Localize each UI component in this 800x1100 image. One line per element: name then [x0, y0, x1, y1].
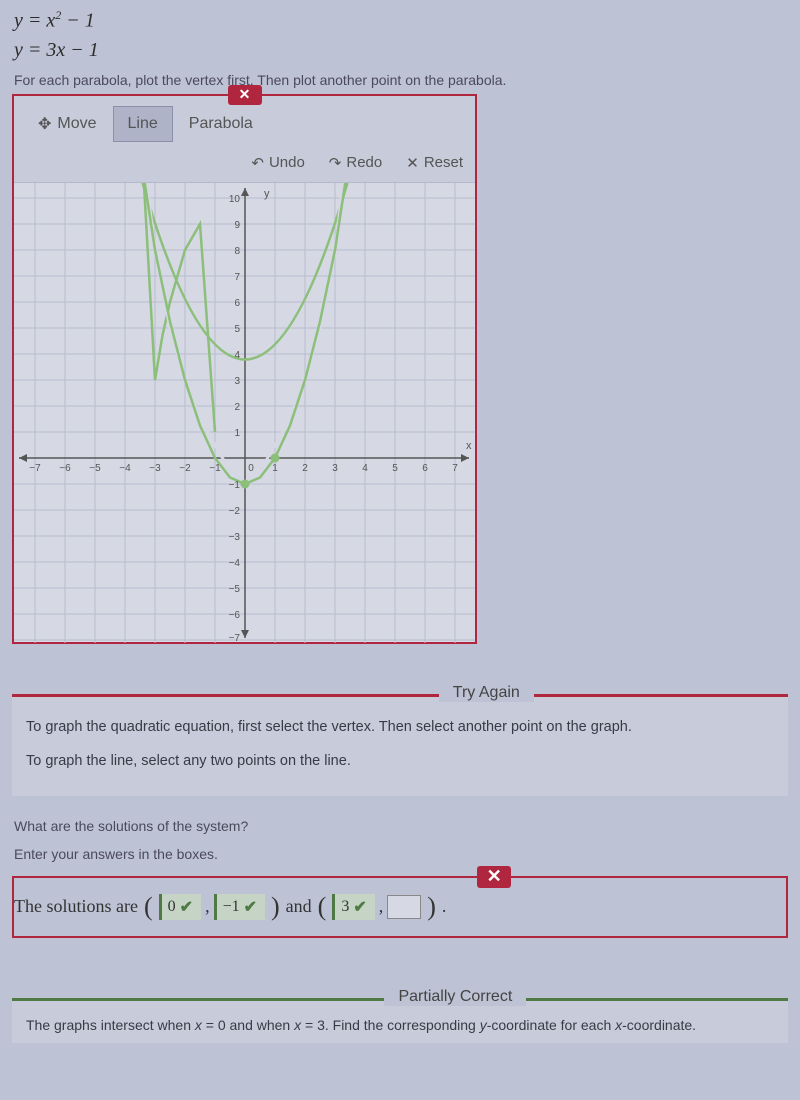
- answer-input-4[interactable]: [387, 895, 421, 919]
- svg-text:2: 2: [302, 463, 308, 474]
- redo-button[interactable]: ↷ Redo: [329, 154, 382, 172]
- svg-text:−7: −7: [229, 633, 241, 643]
- svg-text:2: 2: [234, 402, 240, 413]
- graph-widget: ✕ ✥ Move Line Parabola ↶ Undo ↷ Redo ✕ R…: [12, 94, 477, 644]
- reset-label: Reset: [424, 154, 463, 171]
- svg-text:−4: −4: [229, 558, 241, 569]
- coordinate-grid: −7 −6 −5 −4 −3 −2 −1 0 1 2 3 4 5 6 7 10 9 8 7 6 5 4 3 2…: [14, 183, 475, 643]
- svg-text:−3: −3: [229, 532, 241, 543]
- answer-input-2[interactable]: −1 ✔: [214, 894, 265, 920]
- question-2: Enter your answers in the boxes.: [0, 840, 800, 868]
- svg-text:3: 3: [234, 376, 240, 387]
- reset-button[interactable]: ✕ Reset: [406, 154, 463, 172]
- move-label: Move: [57, 115, 96, 133]
- answer-lead: The solutions are: [14, 896, 138, 917]
- svg-text:10: 10: [229, 194, 241, 205]
- redo-icon: ↷: [329, 154, 342, 172]
- check-icon: ✔: [353, 897, 366, 917]
- try-again-hint: To graph the quadratic equation, first s…: [12, 697, 788, 796]
- svg-text:−2: −2: [179, 463, 191, 474]
- svg-text:4: 4: [234, 350, 240, 361]
- svg-text:−5: −5: [89, 463, 101, 474]
- move-icon: ✥: [38, 114, 51, 134]
- svg-text:1: 1: [234, 428, 240, 439]
- svg-text:8: 8: [234, 246, 240, 257]
- parabola-tool[interactable]: Parabola: [175, 106, 267, 142]
- svg-text:7: 7: [234, 272, 240, 283]
- partially-correct-hint: The graphs intersect when x = 0 and when…: [12, 1001, 788, 1043]
- vertex-point[interactable]: [241, 479, 250, 488]
- undo-label: Undo: [269, 154, 305, 171]
- line-tool[interactable]: Line: [113, 106, 173, 142]
- svg-text:3: 3: [332, 463, 338, 474]
- answer-tail: .: [442, 896, 447, 917]
- equation-1: y = x2 − 1: [14, 8, 786, 33]
- answer-row: ✕ The solutions are ( 0 ✔ , −1 ✔ ) and (…: [12, 876, 788, 938]
- svg-text:5: 5: [234, 324, 240, 335]
- partially-correct-title: Partially Correct: [384, 988, 526, 1006]
- svg-text:−1: −1: [229, 480, 241, 491]
- question-1: What are the solutions of the system?: [0, 796, 800, 840]
- svg-text:7: 7: [452, 463, 458, 474]
- svg-text:−4: −4: [119, 463, 131, 474]
- equation-2: y = 3x − 1: [14, 39, 786, 62]
- answer-input-1[interactable]: 0 ✔: [159, 894, 201, 920]
- check-icon: ✔: [244, 897, 257, 917]
- action-bar: ↶ Undo ↷ Redo ✕ Reset: [14, 148, 475, 182]
- close-icon[interactable]: ✕: [228, 85, 262, 105]
- svg-text:4: 4: [362, 463, 368, 474]
- answer-mid: and: [286, 896, 312, 917]
- svg-text:6: 6: [422, 463, 428, 474]
- svg-text:y: y: [264, 188, 270, 200]
- svg-text:9: 9: [234, 220, 240, 231]
- svg-text:0: 0: [248, 463, 254, 474]
- answer-input-3[interactable]: 3 ✔: [332, 894, 374, 920]
- svg-text:−3: −3: [149, 463, 161, 474]
- parabola-label: Parabola: [189, 115, 253, 133]
- svg-text:6: 6: [234, 298, 240, 309]
- redo-label: Redo: [346, 154, 382, 171]
- svg-text:−5: −5: [229, 584, 241, 595]
- try-again-title: Try Again: [439, 684, 534, 702]
- svg-text:−1: −1: [209, 463, 221, 474]
- undo-icon: ↶: [251, 154, 264, 172]
- svg-text:−2: −2: [229, 506, 241, 517]
- svg-text:1: 1: [272, 463, 278, 474]
- svg-text:x: x: [466, 440, 472, 452]
- svg-text:−7: −7: [29, 463, 41, 474]
- check-icon: ✔: [180, 897, 193, 917]
- try-again-divider: Try Again: [12, 694, 788, 697]
- svg-text:−6: −6: [229, 610, 241, 621]
- line-label: Line: [128, 115, 158, 133]
- reset-icon: ✕: [406, 154, 419, 172]
- close-icon[interactable]: ✕: [477, 866, 511, 888]
- instruction-text: For each parabola, plot the vertex first…: [0, 72, 800, 94]
- partially-correct-divider: Partially Correct: [12, 998, 788, 1001]
- svg-text:−6: −6: [59, 463, 71, 474]
- graph-canvas[interactable]: −7 −6 −5 −4 −3 −2 −1 0 1 2 3 4 5 6 7 10 9 8 7 6 5 4 3 2…: [14, 182, 475, 642]
- undo-button[interactable]: ↶ Undo: [251, 154, 304, 172]
- hint-line-1: To graph the quadratic equation, first s…: [26, 715, 774, 740]
- second-point[interactable]: [271, 453, 280, 462]
- move-tool[interactable]: ✥ Move: [24, 106, 111, 142]
- svg-text:5: 5: [392, 463, 398, 474]
- equations-block: y = x2 − 1 y = 3x − 1: [0, 0, 800, 72]
- hint-line-2: To graph the line, select any two points…: [26, 749, 774, 774]
